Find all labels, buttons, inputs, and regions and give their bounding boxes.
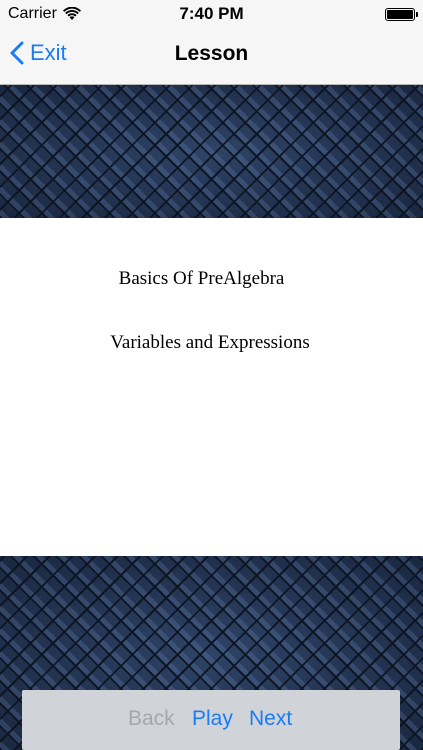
play-button[interactable]: Play (192, 707, 233, 731)
lesson-card: Basics Of PreAlgebra Variables and Expre… (0, 218, 423, 556)
lesson-topic: Variables and Expressions (110, 332, 310, 353)
navigation-bar: Exit Lesson (0, 28, 423, 85)
lesson-subject: Basics Of PreAlgebra (118, 268, 285, 289)
back-button[interactable]: Back (128, 707, 175, 731)
status-bar: Carrier 7:40 PM (0, 0, 423, 28)
lesson-toolbar: Back Play Next (22, 690, 400, 750)
battery-level (387, 10, 413, 19)
background-pattern-top (0, 85, 423, 218)
battery-icon (385, 8, 418, 21)
page-title: Lesson (174, 42, 249, 65)
battery-nub (416, 12, 418, 17)
clock: 7:40 PM (179, 4, 244, 23)
next-button[interactable]: Next (249, 707, 292, 731)
